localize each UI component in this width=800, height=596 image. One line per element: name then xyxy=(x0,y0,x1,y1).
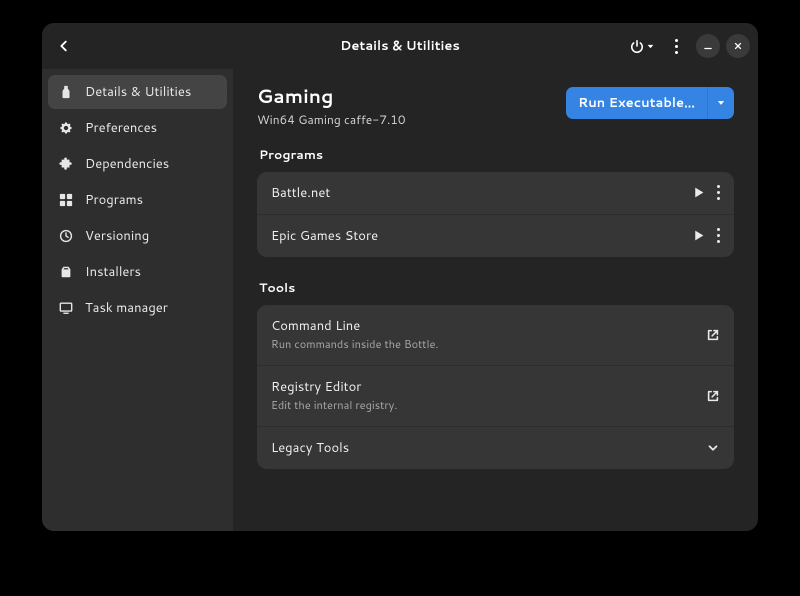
headerbar: Details & Utilities xyxy=(42,23,758,69)
main-content: Gaming Win64 Gaming caffe-7.10 Run Execu… xyxy=(233,69,758,531)
close-icon xyxy=(733,41,743,51)
main-header: Gaming Win64 Gaming caffe-7.10 Run Execu… xyxy=(257,87,734,128)
sidebar-item-details[interactable]: Details & Utilities xyxy=(48,75,227,109)
sidebar-item-label: Programs xyxy=(85,191,143,209)
sidebar: Details & Utilities Preferences Dependen… xyxy=(42,69,233,531)
minimize-icon xyxy=(703,41,713,51)
run-executable-dropdown[interactable] xyxy=(707,87,734,119)
monitor-icon xyxy=(58,300,74,316)
play-button[interactable] xyxy=(692,186,705,199)
sidebar-item-programs[interactable]: Programs xyxy=(48,183,227,217)
tool-description: Run commands inside the Bottle. xyxy=(271,336,706,352)
kebab-menu-button[interactable] xyxy=(662,32,690,60)
sidebar-item-label: Details & Utilities xyxy=(85,83,191,101)
tools-list: Command Line Run commands inside the Bot… xyxy=(257,305,734,469)
grid-icon xyxy=(58,192,74,208)
tool-row-commandline[interactable]: Command Line Run commands inside the Bot… xyxy=(257,305,734,365)
sidebar-item-dependencies[interactable]: Dependencies xyxy=(48,147,227,181)
external-icon xyxy=(706,328,720,342)
page-subtitle: Win64 Gaming caffe-7.10 xyxy=(257,111,406,128)
row-menu-button[interactable] xyxy=(717,228,720,243)
sidebar-item-taskmanager[interactable]: Task manager xyxy=(48,291,227,325)
open-external-button[interactable] xyxy=(706,389,720,403)
program-name: Battle.net xyxy=(271,184,692,202)
installer-icon xyxy=(58,264,74,280)
app-window: Details & Utilities Details & Uti xyxy=(42,23,758,531)
sidebar-item-label: Preferences xyxy=(85,119,157,137)
more-vertical-icon xyxy=(717,228,720,243)
run-executable-button[interactable]: Run Executable… xyxy=(566,87,707,119)
tool-name: Registry Editor xyxy=(271,378,706,396)
window-body: Details & Utilities Preferences Dependen… xyxy=(42,69,758,531)
clock-icon xyxy=(58,228,74,244)
sidebar-item-label: Versioning xyxy=(85,227,149,245)
programs-list: Battle.net Epic Games Store xyxy=(257,172,734,257)
chevron-down-icon xyxy=(706,441,720,455)
section-label-programs: Programs xyxy=(259,146,734,164)
tool-name: Legacy Tools xyxy=(271,439,706,457)
row-menu-button[interactable] xyxy=(717,185,720,200)
page-title: Gaming xyxy=(257,87,406,108)
play-icon xyxy=(692,186,705,199)
back-button[interactable] xyxy=(50,32,78,60)
gear-icon xyxy=(58,120,74,136)
sidebar-item-label: Installers xyxy=(85,263,141,281)
sidebar-item-label: Dependencies xyxy=(85,155,169,173)
more-vertical-icon xyxy=(675,39,678,54)
sidebar-item-label: Task manager xyxy=(85,299,168,317)
power-icon xyxy=(630,39,644,53)
sidebar-item-preferences[interactable]: Preferences xyxy=(48,111,227,145)
section-label-tools: Tools xyxy=(259,279,734,297)
puzzle-icon xyxy=(58,156,74,172)
program-name: Epic Games Store xyxy=(271,227,692,245)
program-row[interactable]: Battle.net xyxy=(257,172,734,214)
minimize-button[interactable] xyxy=(696,34,720,58)
chevron-down-icon xyxy=(716,98,726,108)
tool-name: Command Line xyxy=(271,317,706,335)
external-icon xyxy=(706,389,720,403)
play-icon xyxy=(692,229,705,242)
run-executable-split-button[interactable]: Run Executable… xyxy=(566,87,734,119)
close-button[interactable] xyxy=(726,34,750,58)
expand-button[interactable] xyxy=(706,441,720,455)
open-external-button[interactable] xyxy=(706,328,720,342)
tool-description: Edit the internal registry. xyxy=(271,397,706,413)
program-row[interactable]: Epic Games Store xyxy=(257,214,734,257)
sidebar-item-installers[interactable]: Installers xyxy=(48,255,227,289)
chevron-down-icon xyxy=(646,42,655,51)
bottle-icon xyxy=(58,84,74,100)
power-menu-button[interactable] xyxy=(628,32,656,60)
tool-row-legacy[interactable]: Legacy Tools xyxy=(257,426,734,469)
sidebar-item-versioning[interactable]: Versioning xyxy=(48,219,227,253)
more-vertical-icon xyxy=(717,185,720,200)
play-button[interactable] xyxy=(692,229,705,242)
chevron-left-icon xyxy=(57,39,71,53)
tool-row-registry[interactable]: Registry Editor Edit the internal regist… xyxy=(257,365,734,426)
